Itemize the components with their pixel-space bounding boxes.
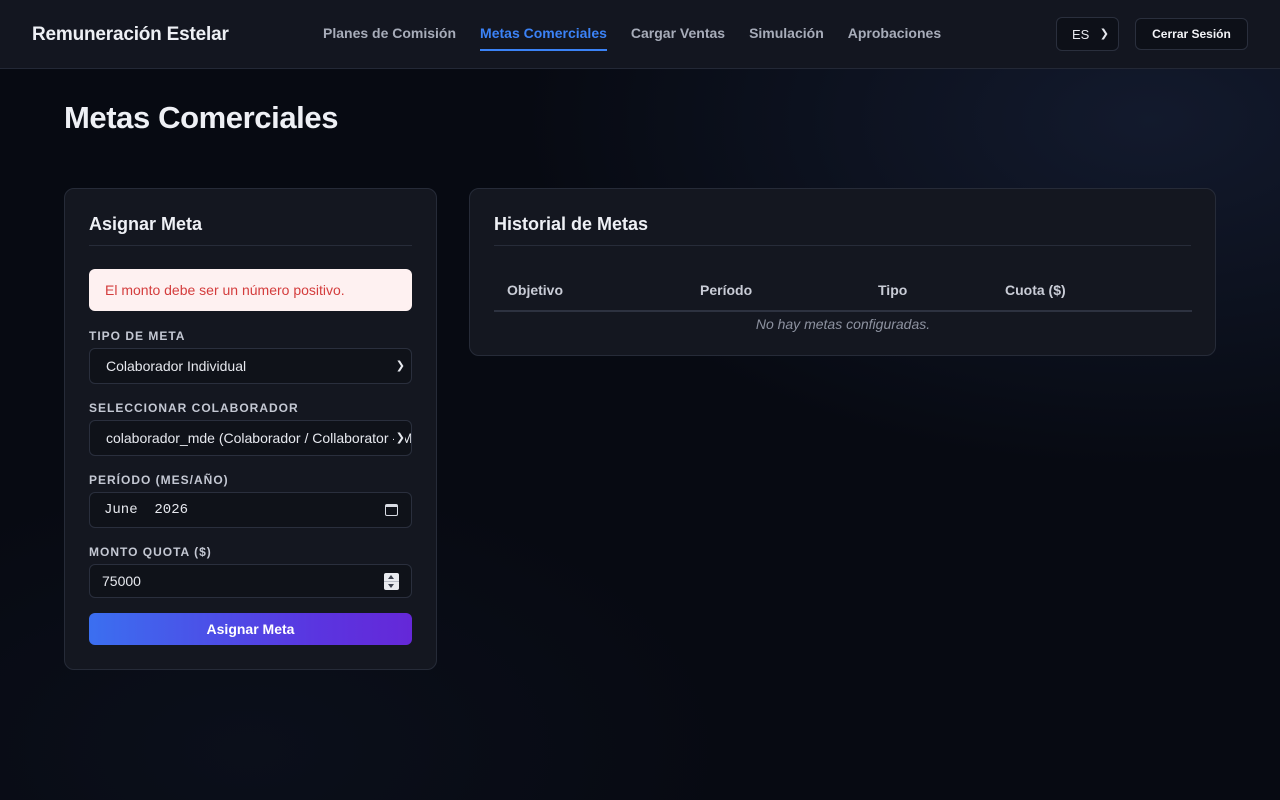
logout-button[interactable]: Cerrar Sesión: [1135, 18, 1248, 50]
period-input[interactable]: June 2026: [89, 492, 412, 528]
column-header-cuota: Cuota ($): [1005, 282, 1066, 298]
collaborator-select[interactable]: colaborador_mde (Colaborador / Collabora…: [89, 420, 412, 456]
language-select-value: ES: [1072, 26, 1090, 42]
assign-goal-title: Asignar Meta: [89, 214, 203, 234]
language-select[interactable]: ES ❯: [1056, 17, 1119, 51]
calendar-icon[interactable]: [385, 504, 398, 516]
column-header-periodo: Período: [700, 282, 753, 298]
goal-history-card: Historial de Metas Objetivo Período Tipo…: [469, 188, 1216, 356]
nav-item-simulacion[interactable]: Simulación: [749, 0, 824, 68]
assign-goal-button[interactable]: Asignar Meta: [89, 613, 412, 645]
assign-goal-card: Asignar Meta El monto debe ser un número…: [64, 188, 437, 670]
card-divider: [89, 245, 412, 246]
chevron-down-icon: ❯: [1099, 28, 1109, 40]
number-spinner-icon[interactable]: [384, 573, 399, 590]
card-divider: [494, 245, 1191, 246]
nav-item-planes-comision[interactable]: Planes de Comisión: [323, 0, 456, 68]
goal-type-label: TIPO DE META: [89, 329, 186, 343]
error-alert: El monto debe ser un número positivo.: [89, 269, 412, 311]
goal-type-value: Colaborador Individual: [106, 358, 247, 374]
table-header: Objetivo Período Tipo Cuota ($): [494, 269, 1192, 312]
column-header-objetivo: Objetivo: [507, 282, 564, 298]
empty-table-message: No hay metas configuradas.: [755, 316, 931, 332]
goal-history-title: Historial de Metas: [494, 214, 649, 234]
main-nav: Planes de Comisión Metas Comerciales Car…: [323, 0, 941, 68]
top-navbar: Remuneración Estelar Planes de Comisión …: [0, 0, 1280, 69]
period-label: PERÍODO (MES/AÑO): [89, 473, 229, 487]
page-title: Metas Comerciales: [64, 100, 339, 135]
nav-item-aprobaciones[interactable]: Aprobaciones: [848, 0, 941, 68]
quota-label: MONTO QUOTA ($): [89, 545, 212, 559]
period-value: June 2026: [104, 502, 189, 518]
column-header-tipo: Tipo: [878, 282, 908, 298]
chevron-down-icon: ❯: [393, 431, 405, 444]
collaborator-value: colaborador_mde (Colaborador / Collabora…: [106, 430, 412, 446]
goal-type-select[interactable]: Colaborador Individual ❯: [89, 348, 412, 384]
goal-history-table: Objetivo Período Tipo Cuota ($) No hay m…: [494, 269, 1192, 332]
nav-item-metas-comerciales[interactable]: Metas Comerciales: [480, 0, 607, 68]
quota-input[interactable]: 75000: [89, 564, 412, 598]
app-brand[interactable]: Remuneración Estelar: [32, 24, 229, 46]
nav-item-cargar-ventas[interactable]: Cargar Ventas: [631, 0, 725, 68]
chevron-down-icon: ❯: [393, 359, 405, 372]
quota-value: 75000: [102, 573, 141, 589]
collaborator-label: SELECCIONAR COLABORADOR: [89, 401, 299, 415]
